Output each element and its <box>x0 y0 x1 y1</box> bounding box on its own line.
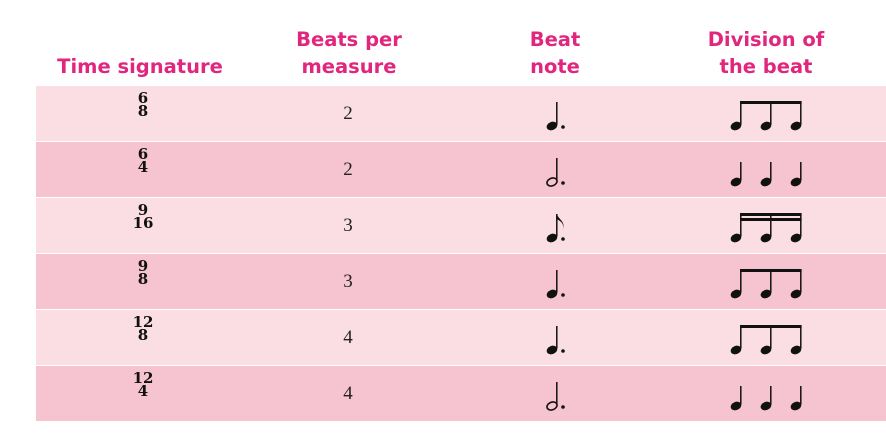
time-signature-bottom: 8 <box>137 102 149 120</box>
three-eighth-notes-beamed-icon <box>730 269 802 299</box>
dotted-quarter-note-icon <box>546 270 565 299</box>
time-signature-bottom: 16 <box>132 214 154 232</box>
time-signature: 68 <box>119 91 167 120</box>
time-signature-bottom: 4 <box>137 158 149 176</box>
time-signature: 12 8 <box>119 315 167 344</box>
table-row: 9 16 3 <box>36 198 886 253</box>
dotted-quarter-note-icon <box>546 326 565 355</box>
header-time-signature: Time signature <box>57 55 223 78</box>
beats-per-measure-value: 2 <box>343 159 353 180</box>
dotted-half-note-icon <box>546 158 565 187</box>
three-eighth-notes-beamed-icon <box>730 101 802 131</box>
table-row: 68 2 <box>36 86 886 141</box>
header-beats-per-measure: Beats per measure <box>296 28 402 78</box>
three-quarter-notes-icon <box>730 386 802 411</box>
table-row: 12 4 4 <box>36 366 886 421</box>
time-signature-bottom: 8 <box>137 270 149 288</box>
time-signature-bottom: 8 <box>137 326 149 344</box>
beats-per-measure-value: 3 <box>343 215 353 236</box>
time-signature: 64 <box>119 147 167 176</box>
time-signature: 12 4 <box>119 371 167 400</box>
beats-per-measure-value: 4 <box>343 327 353 348</box>
table-row: 98 3 <box>36 254 886 309</box>
beats-per-measure-value: 2 <box>343 103 353 124</box>
three-quarter-notes-icon <box>730 162 802 187</box>
dotted-eighth-note-icon <box>546 214 565 243</box>
table-row: 64 2 <box>36 142 886 197</box>
beats-per-measure-value: 4 <box>343 383 353 404</box>
three-sixteenth-notes-beamed-icon <box>730 213 802 243</box>
time-signature: 98 <box>119 259 167 288</box>
header-beat-note: Beat note <box>529 28 581 78</box>
dotted-half-note-icon <box>546 382 565 411</box>
time-signature-bottom: 4 <box>137 382 149 400</box>
header-division-of-beat: Division of the beat <box>707 28 825 78</box>
three-eighth-notes-beamed-icon <box>730 325 802 355</box>
dotted-quarter-note-icon <box>546 102 565 131</box>
time-signature: 9 16 <box>119 203 167 232</box>
table-row: 12 8 4 <box>36 310 886 365</box>
table-header: Time signature Beats per measure Beat no… <box>0 0 886 86</box>
beats-per-measure-value: 3 <box>343 271 353 292</box>
meter-table: 6 8 2 6 4 2 9 16 3 9 8 3 12 8 4 12 4 4 <box>36 86 886 422</box>
